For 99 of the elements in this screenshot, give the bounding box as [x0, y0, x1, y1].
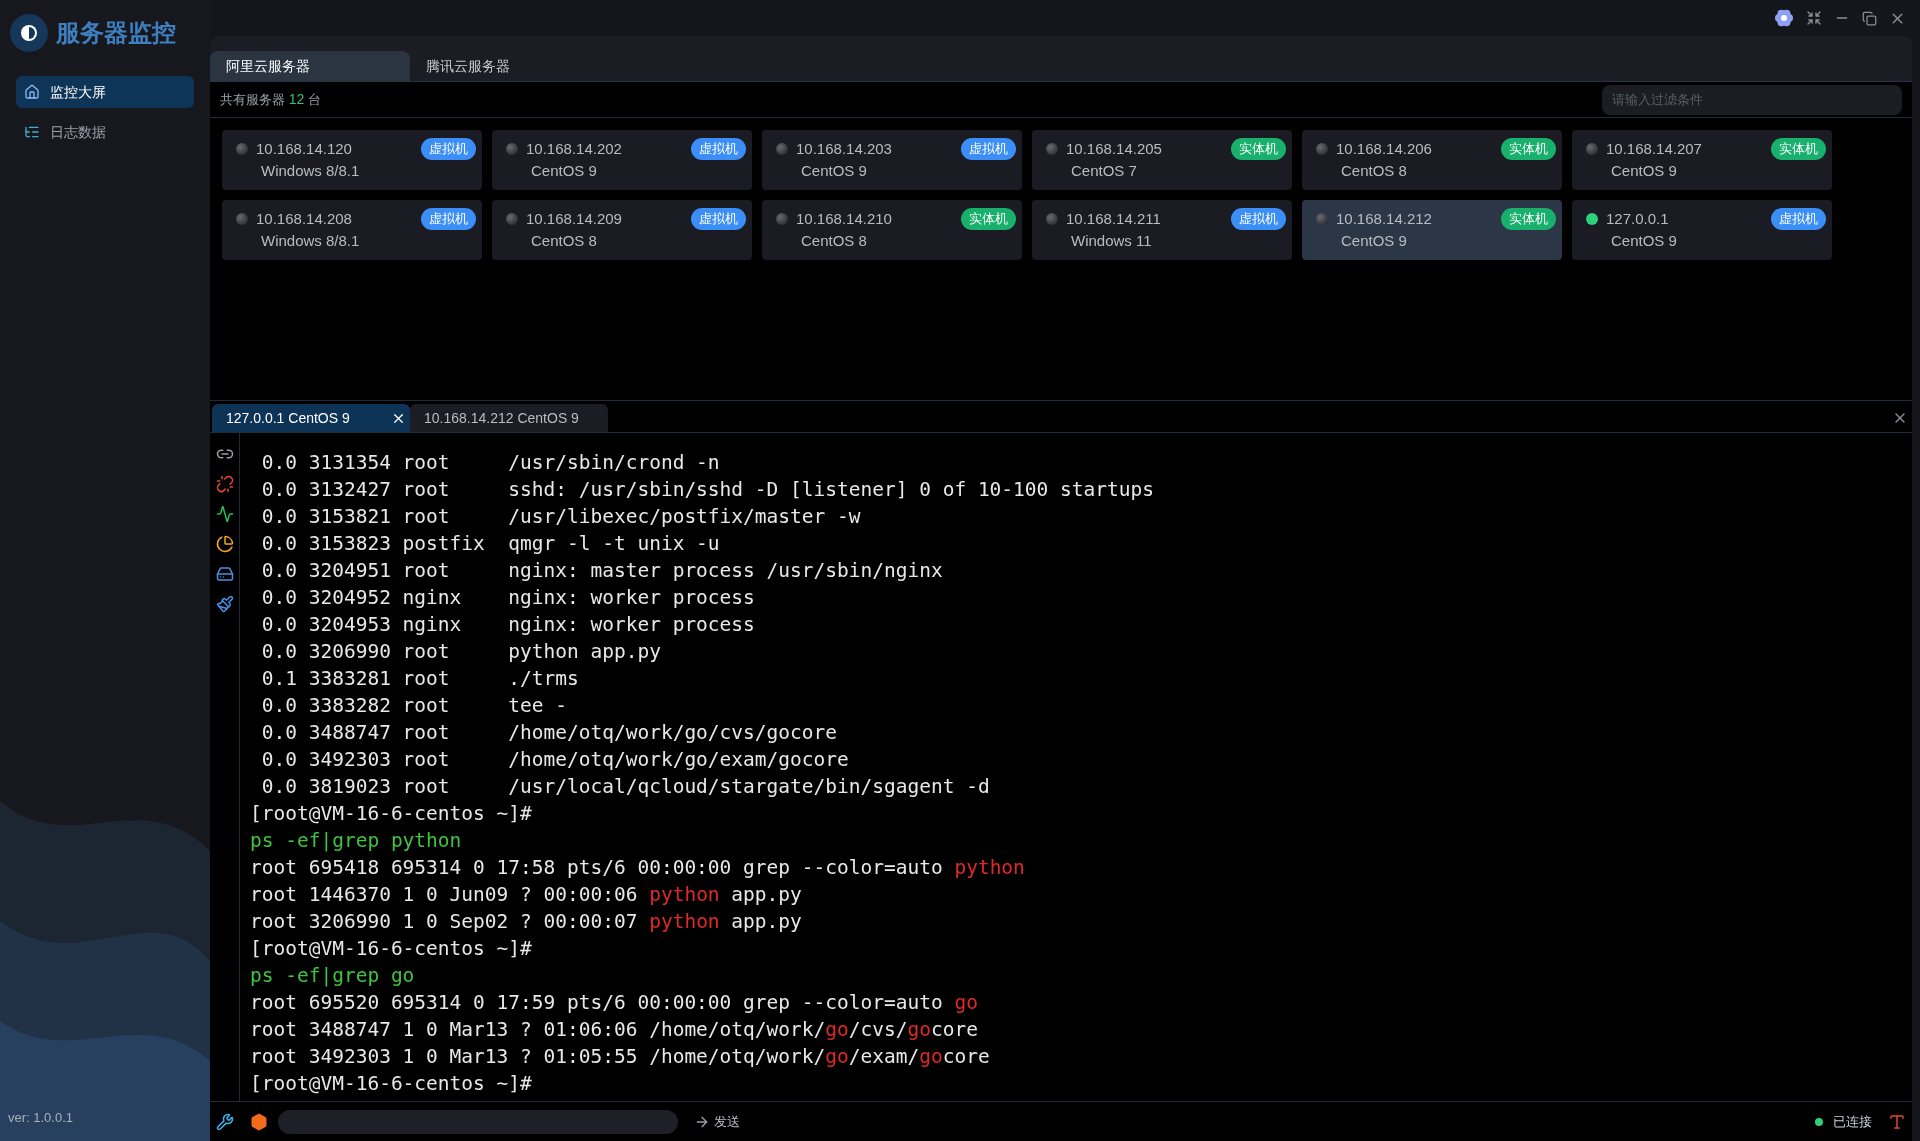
server-os: CentOS 9 [1610, 231, 1678, 251]
terminal-line: root 1446370 1 0 Jun09 ? 00:00:06 python app.py [250, 882, 803, 908]
nav-item[interactable]: 监控大屏 [16, 76, 194, 108]
terminal-line: 0.0 3383282 root tee - [260, 693, 568, 719]
terminal-line: 0.0 3132427 root sshd: /usr/sbin/sshd -D [listener] 0 of 10-100 startups [260, 477, 1155, 503]
broom-icon[interactable] [215, 595, 234, 613]
terminal-line: root 3206990 1 0 Sep02 ? 00:00:07 python app.py [250, 909, 803, 935]
home-icon [24, 84, 40, 100]
terminal-line: root 695520 695314 0 17:59 pts/6 00:00:00 grep --color=auto go [250, 990, 979, 1016]
server-ip: 10.168.14.205 [1066, 138, 1162, 159]
provider-tab[interactable]: 阿里云服务器 [210, 51, 410, 81]
server-os: CentOS 9 [800, 161, 868, 181]
server-type-tag: 实体机 [1771, 138, 1826, 160]
flower-icon[interactable] [1774, 8, 1794, 28]
fullscreen-icon[interactable] [1806, 10, 1822, 26]
terminal-tab[interactable]: 10.168.14.212 CentOS 9 [410, 404, 608, 432]
server-card[interactable]: 10.168.14.211 虚拟机 Windows 11 [1032, 200, 1292, 260]
terminal-line: [root@VM-16-6-centos ~]# [250, 936, 533, 962]
server-ip: 10.168.14.211 [1066, 208, 1161, 229]
server-count: 共有服务器 12 台 [220, 90, 321, 109]
logo-icon [10, 14, 48, 52]
server-card[interactable]: 127.0.0.1 虚拟机 CentOS 9 [1572, 200, 1832, 260]
list-icon [24, 124, 40, 140]
hexagon-icon[interactable] [250, 1112, 268, 1131]
server-os: CentOS 9 [530, 161, 598, 181]
terminal-line: [root@VM-16-6-centos ~]# [250, 1071, 533, 1097]
server-card[interactable]: 10.168.14.210 实体机 CentOS 8 [762, 200, 1022, 260]
terminal-line: 0.0 3819023 root /usr/local/qcloud/stargate/bin/sgagent -d [260, 774, 991, 800]
server-type-tag: 实体机 [1231, 138, 1286, 160]
server-type-tag: 虚拟机 [961, 138, 1016, 160]
server-card[interactable]: 10.168.14.120 虚拟机 Windows 8/8.1 [222, 130, 482, 190]
tools-icon[interactable] [216, 1112, 234, 1131]
font-icon[interactable] [1888, 1112, 1906, 1131]
send-button[interactable]: 发送 [694, 1111, 740, 1132]
terminal-line: root 695418 695314 0 17:58 pts/6 00:00:00 grep --color=auto python [250, 855, 1026, 881]
terminal-line: [root@VM-16-6-centos ~]# [250, 801, 533, 827]
server-card[interactable]: 10.168.14.202 虚拟机 CentOS 9 [492, 130, 752, 190]
nav-item[interactable]: 日志数据 [16, 116, 194, 148]
terminal-line: 0.0 3153823 postfix qmgr -l -t unix -u [260, 531, 721, 557]
server-ip: 10.168.14.212 [1336, 208, 1432, 229]
terminal-line: root 3488747 1 0 Mar13 ? 01:06:06 /home/otq/work/go/cvs/gocore [250, 1017, 979, 1043]
server-ip: 10.168.14.209 [526, 208, 622, 229]
server-type-tag: 实体机 [1501, 138, 1556, 160]
pie-chart-icon[interactable] [215, 535, 234, 553]
server-type-tag: 虚拟机 [691, 138, 746, 160]
terminal-line: ps -ef|grep go [250, 963, 416, 989]
server-ip: 127.0.0.1 [1606, 208, 1669, 229]
server-ip: 10.168.14.120 [256, 138, 352, 159]
server-card[interactable]: 10.168.14.205 实体机 CentOS 7 [1032, 130, 1292, 190]
server-ip: 10.168.14.207 [1606, 138, 1702, 159]
server-ip: 10.168.14.210 [796, 208, 892, 229]
server-os: CentOS 9 [1610, 161, 1678, 181]
server-card[interactable]: 10.168.14.206 实体机 CentOS 8 [1302, 130, 1562, 190]
pulse-icon[interactable] [215, 505, 234, 523]
server-card[interactable]: 10.168.14.207 实体机 CentOS 9 [1572, 130, 1832, 190]
server-type-tag: 虚拟机 [421, 138, 476, 160]
terminal-line: ps -ef|grep python [250, 828, 463, 854]
server-os: Windows 11 [1070, 231, 1153, 251]
server-card[interactable]: 10.168.14.209 虚拟机 CentOS 8 [492, 200, 752, 260]
connection-status: 已连接 [1833, 1112, 1872, 1131]
server-type-tag: 实体机 [1501, 208, 1556, 230]
server-ip: 10.168.14.202 [526, 138, 622, 159]
broken-link-icon[interactable] [215, 475, 234, 493]
server-ip: 10.168.14.206 [1336, 138, 1432, 159]
hard-drive-icon[interactable] [215, 565, 234, 583]
terminal-line: root 3492303 1 0 Mar13 ? 01:05:55 /home/otq/work/go/exam/gocore [250, 1044, 991, 1070]
server-os: CentOS 8 [1340, 161, 1408, 181]
server-os: Windows 8/8.1 [260, 231, 361, 251]
server-os: CentOS 9 [1340, 231, 1408, 251]
terminal-line: 0.0 3492303 root /home/otq/work/go/exam/gocore [260, 747, 850, 773]
terminal-line: 0.0 3488747 root /home/otq/work/go/cvs/gocore [260, 720, 838, 746]
server-type-tag: 实体机 [961, 208, 1016, 230]
app-title: 服务器监控 [56, 18, 176, 48]
server-type-tag: 虚拟机 [691, 208, 746, 230]
server-type-tag: 虚拟机 [1771, 208, 1826, 230]
terminal-line: 0.0 3206990 root python app.py [260, 639, 662, 665]
server-os: CentOS 8 [800, 231, 868, 251]
server-os: CentOS 8 [530, 231, 598, 251]
command-input[interactable] [278, 1109, 678, 1134]
server-type-tag: 虚拟机 [421, 208, 476, 230]
terminal-line: 0.0 3204951 root nginx: master process /usr/sbin/nginx [260, 558, 944, 584]
server-ip: 10.168.14.203 [796, 138, 892, 159]
filter-field[interactable]: 请输入过滤条件 [1602, 84, 1902, 115]
terminal-tab[interactable]: 127.0.0.1 CentOS 9 [212, 404, 410, 432]
terminal-line: 0.0 3204952 nginx nginx: worker process [260, 585, 756, 611]
server-ip: 10.168.14.208 [256, 208, 352, 229]
server-card[interactable]: 10.168.14.208 虚拟机 Windows 8/8.1 [222, 200, 482, 260]
terminal-line: 0.0 3131354 root /usr/sbin/crond -n [260, 450, 721, 476]
server-type-tag: 虚拟机 [1231, 208, 1286, 230]
provider-tab[interactable]: 腾讯云服务器 [410, 51, 610, 81]
server-card[interactable]: 10.168.14.203 虚拟机 CentOS 9 [762, 130, 1022, 190]
restore-icon[interactable] [1862, 10, 1877, 26]
terminal-line: 0.1 3383281 root ./trms [260, 666, 580, 692]
server-os: Windows 8/8.1 [260, 161, 361, 181]
server-card[interactable]: 10.168.14.212 实体机 CentOS 9 [1302, 200, 1562, 260]
terminal-line: 0.0 3153821 root /usr/libexec/postfix/master -w [260, 504, 862, 530]
server-os: CentOS 7 [1070, 161, 1138, 181]
version-label: ver: 1.0.0.1 [7, 1108, 75, 1127]
terminal-line: 0.0 3204953 nginx nginx: worker process [260, 612, 756, 638]
